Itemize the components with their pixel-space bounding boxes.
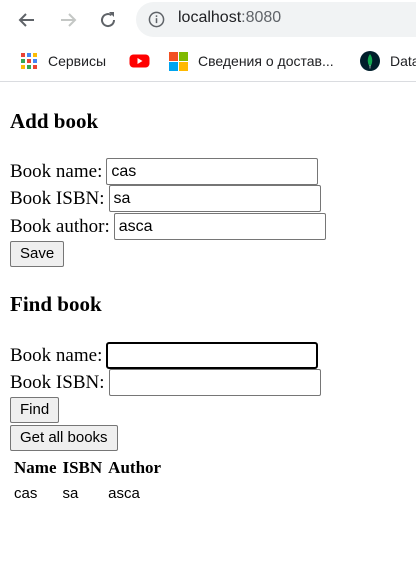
- find-button[interactable]: Find: [10, 397, 60, 423]
- add-book-name-label: Book name:: [10, 160, 103, 182]
- bookmark-delivery-info[interactable]: Сведения о достав...: [169, 50, 334, 72]
- add-book-name-row: Book name:: [10, 158, 319, 185]
- add-book-author-input[interactable]: [113, 213, 326, 240]
- book-isbn-cell: sa: [62, 485, 79, 502]
- add-book-author-row: Book author:: [10, 213, 326, 240]
- bookmark-label: Сервисы: [48, 53, 107, 69]
- save-button[interactable]: Save: [10, 241, 65, 267]
- info-icon[interactable]: [148, 11, 165, 28]
- column-header-author: Author: [108, 458, 162, 477]
- add-book-isbn-row: Book ISBN:: [10, 185, 321, 212]
- books-table: Name ISBN Author cas sa asca: [10, 454, 165, 508]
- add-book-name-input[interactable]: [106, 158, 319, 185]
- bookmark-data[interactable]: Data: [360, 50, 416, 72]
- back-button[interactable]: [14, 7, 40, 33]
- find-book-isbn-row: Book ISBN:: [10, 369, 321, 396]
- reload-icon: [101, 12, 116, 28]
- book-name-cell: cas: [14, 485, 38, 502]
- bookmark-label: Data: [390, 53, 416, 69]
- find-book-heading: Find book: [10, 292, 102, 316]
- get-all-books-button[interactable]: Get all books: [10, 425, 118, 451]
- youtube-icon: [129, 54, 150, 68]
- find-book-name-label: Book name:: [10, 344, 103, 366]
- table-header-row: Name ISBN Author: [12, 456, 163, 480]
- bookmark-youtube[interactable]: [129, 50, 160, 72]
- find-book-name-row: Book name:: [10, 342, 319, 369]
- bookmark-label: Сведения о достав...: [198, 53, 334, 69]
- bookmark-services[interactable]: Сервисы: [20, 50, 106, 72]
- reload-button[interactable]: [95, 7, 121, 33]
- find-book-name-input[interactable]: [106, 342, 319, 369]
- address-bar[interactable]: localhost:8080: [136, 2, 416, 37]
- forward-arrow-icon: [61, 13, 77, 27]
- column-header-name: Name: [14, 458, 57, 477]
- back-arrow-icon: [18, 13, 34, 27]
- browser-toolbar: localhost:8080: [0, 0, 416, 40]
- table-row: cas sa asca: [12, 482, 163, 506]
- add-book-isbn-input[interactable]: [108, 185, 321, 212]
- add-book-author-label: Book author:: [10, 215, 110, 237]
- mongodb-leaf-icon: [360, 51, 380, 71]
- bookmarks-bar: Сервисы Сведения о достав... Data: [0, 40, 416, 82]
- apps-grid-icon: [21, 53, 37, 69]
- forward-button[interactable]: [55, 7, 81, 33]
- url-text: localhost:8080: [178, 9, 282, 26]
- microsoft-icon: [169, 51, 188, 71]
- find-book-isbn-input[interactable]: [108, 369, 321, 396]
- find-book-isbn-label: Book ISBN:: [10, 371, 105, 393]
- add-book-isbn-label: Book ISBN:: [10, 187, 105, 209]
- add-book-heading: Add book: [10, 109, 99, 133]
- book-author-cell: asca: [108, 485, 140, 502]
- column-header-isbn: ISBN: [62, 458, 103, 477]
